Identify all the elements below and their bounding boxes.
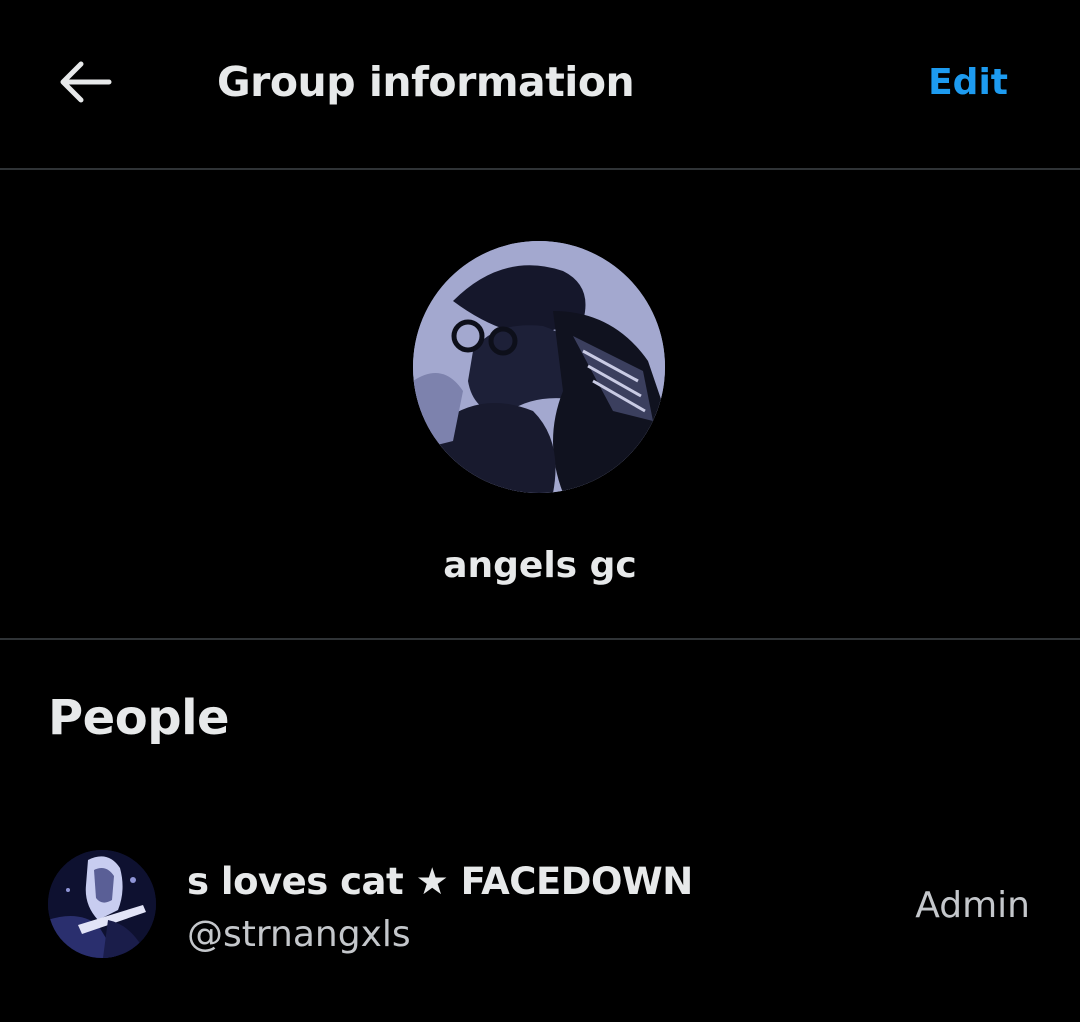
group-name: angels gc [443, 545, 637, 586]
top-app-bar: Group information Edit [0, 0, 1080, 169]
member-display-name: s loves cat ★ FACEDOWN [187, 860, 693, 903]
edit-button[interactable]: Edit [928, 62, 1008, 103]
back-button[interactable] [50, 54, 120, 114]
member-avatar[interactable] [48, 850, 156, 958]
section-divider [0, 638, 1080, 640]
group-avatar[interactable] [413, 241, 665, 493]
people-section-title: People [48, 690, 230, 746]
member-row[interactable]: s loves cat ★ FACEDOWN @strnangxls Admin [0, 836, 1080, 976]
arrow-left-icon [57, 60, 113, 108]
member-role-badge: Admin [915, 885, 1030, 926]
page-title: Group information [217, 58, 635, 106]
member-handle: @strnangxls [187, 914, 411, 955]
header-divider [0, 168, 1080, 170]
